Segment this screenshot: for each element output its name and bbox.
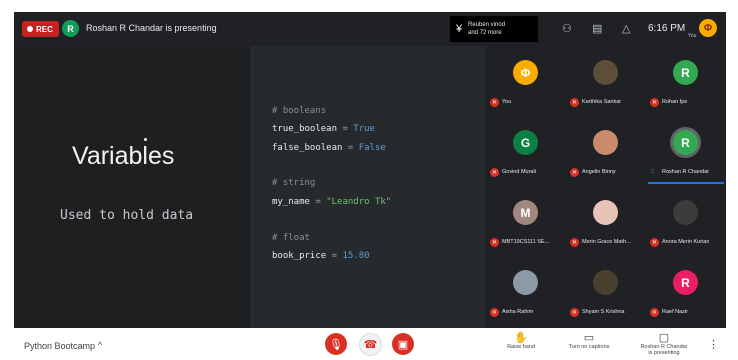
avatar: R	[673, 270, 698, 295]
participant-name: MBT19CS111 SE...	[502, 239, 550, 245]
participant-tile[interactable]: R ⫶⫶ Roshan R Chandar	[646, 116, 726, 186]
participant-name: Raef Nazir	[662, 309, 688, 315]
active-speaker-indicator	[648, 182, 724, 184]
mic-off-icon: 🎙	[329, 338, 343, 351]
mic-muted-icon: ✕	[490, 308, 499, 317]
presenting-label-2: is presenting	[648, 350, 680, 356]
viewer-more: and 72 more	[468, 30, 502, 36]
code-comment-float: # float	[272, 233, 310, 243]
participant-name: Karthika Sankar	[582, 99, 622, 105]
leave-call-button[interactable]: ☎	[359, 333, 382, 356]
pinned-participant[interactable]: ¥ Reuben vinod and 72 more	[450, 16, 538, 42]
participant-name: Govind Murali	[502, 169, 536, 175]
clock: 6:16 PM	[648, 23, 686, 34]
avatar: M	[513, 200, 538, 225]
slide-title: Variables	[72, 142, 175, 170]
mic-muted-icon: ✕	[650, 308, 659, 317]
meet-window: REC R Roshan R Chandar is presenting ¥ R…	[14, 12, 726, 328]
chat-icon[interactable]: ▤	[592, 22, 602, 35]
mic-off-button[interactable]: 🎙	[325, 333, 347, 355]
participant-name: Anora Merin Kurian	[662, 239, 710, 245]
slide-subtitle: Used to hold data	[60, 208, 194, 223]
mic-muted-icon: ✕	[650, 98, 659, 107]
participant-name: Roshan R Chandar	[662, 169, 710, 175]
slide-left-panel	[14, 46, 250, 328]
participant-tile[interactable]: ✕ Anora Merin Kurian	[646, 186, 726, 256]
mic-muted-icon: ✕	[570, 98, 579, 107]
participant-tile[interactable]: ✕ Karthika Sankar	[566, 46, 646, 116]
presenter-avatar: R	[62, 20, 79, 37]
speaking-icon: ⫶⫶	[651, 169, 655, 175]
raise-hand-label: Raise hand	[507, 344, 535, 350]
participant-tile[interactable]: ✕ Merin Grace Math...	[566, 186, 646, 256]
participant-tile[interactable]: ✕ Angelin Binny	[566, 116, 646, 186]
avatar	[593, 130, 618, 155]
hand-icon: ✋	[514, 332, 528, 344]
present-screen-icon: ▢	[658, 332, 670, 344]
avatar	[593, 200, 618, 225]
more-options-icon[interactable]: ⋮	[708, 338, 719, 351]
captions-button[interactable]: ▭ Turn on captions	[560, 331, 618, 350]
participant-grid: Φ ✕ You ✕ Karthika Sankar R ✕ Rohan Ipe G ✕ Govind…	[486, 46, 726, 328]
participant-tile[interactable]: ✕ Aisha Rahim	[486, 256, 566, 326]
participant-tile[interactable]: Φ ✕ You	[486, 46, 566, 116]
participant-name: Merin Grace Math...	[582, 239, 631, 245]
code-line-my-name: my_name = "Leandro Tk"	[272, 197, 392, 207]
pointer-dot	[144, 138, 147, 141]
presenter-status: Roshan R Chandar is presenting	[86, 23, 217, 33]
camera-off-button[interactable]: ▣	[392, 333, 414, 355]
avatar	[593, 60, 618, 85]
viewer-name: Reuben vinod	[468, 22, 506, 28]
participant-tile[interactable]: R ✕ Raef Nazir	[646, 256, 726, 326]
top-bar: REC R Roshan R Chandar is presenting ¥ R…	[14, 12, 726, 46]
rec-label: REC	[36, 24, 53, 34]
code-comment-string: # string	[272, 178, 316, 188]
participant-name: Shyam S Krishna	[582, 309, 625, 315]
participant-name: Angelin Binny	[582, 169, 616, 175]
participants-icon[interactable]: ⚇	[562, 22, 572, 35]
mic-muted-icon: ✕	[490, 98, 499, 107]
avatar	[513, 270, 538, 295]
avatar: Φ	[513, 60, 538, 85]
bottom-bar: Python Bootcamp ^ 🎙 ☎ ▣ ✋ Raise hand ▭ T…	[14, 328, 726, 360]
mic-muted-icon: ✕	[490, 238, 499, 247]
participant-tile[interactable]: R ✕ Rohan Ipe	[646, 46, 726, 116]
mic-muted-icon: ✕	[650, 238, 659, 247]
captions-icon: ▭	[583, 332, 595, 344]
self-avatar-icon: Φ	[699, 19, 717, 37]
participant-name: Rohan Ipe	[662, 99, 688, 105]
avatar	[673, 200, 698, 225]
captions-label: Turn on captions	[568, 344, 610, 350]
mic-muted-icon: ✕	[570, 238, 579, 247]
camera-off-icon: ▣	[397, 338, 409, 351]
record-dot-icon	[27, 26, 33, 32]
activities-icon[interactable]: △	[622, 22, 630, 35]
self-label: You	[688, 33, 697, 39]
code-comment-booleans: # booleans	[272, 106, 327, 116]
presenting-button[interactable]: ▢ Roshan R Chandar is presenting	[634, 331, 694, 356]
recording-badge: REC	[22, 21, 59, 37]
participant-tile[interactable]: ✕ Shyam S Krishna	[566, 256, 646, 326]
meeting-name[interactable]: Python Bootcamp	[24, 341, 95, 351]
avatar: R	[673, 130, 698, 155]
phone-hangup-icon: ☎	[363, 339, 378, 351]
code-line-book-price: book_price = 15.80	[272, 251, 370, 261]
participant-tile[interactable]: G ✕ Govind Murali	[486, 116, 566, 186]
participant-tile[interactable]: M ✕ MBT19CS111 SE...	[486, 186, 566, 256]
chevron-up-icon[interactable]: ^	[98, 340, 102, 350]
raise-hand-button[interactable]: ✋ Raise hand	[504, 331, 538, 350]
pin-icon: ¥	[455, 23, 463, 35]
mic-muted-icon: ✕	[490, 168, 499, 177]
code-line-false-boolean: false_boolean = False	[272, 143, 386, 153]
mic-muted-icon: ✕	[570, 308, 579, 317]
avatar: G	[513, 130, 538, 155]
code-line-true-boolean: true_boolean = True	[272, 124, 375, 134]
participant-name: Aisha Rahim	[502, 309, 534, 315]
participant-name: You	[502, 99, 512, 105]
avatar: R	[673, 60, 698, 85]
mic-muted-icon: ✕	[570, 168, 579, 177]
avatar	[593, 270, 618, 295]
